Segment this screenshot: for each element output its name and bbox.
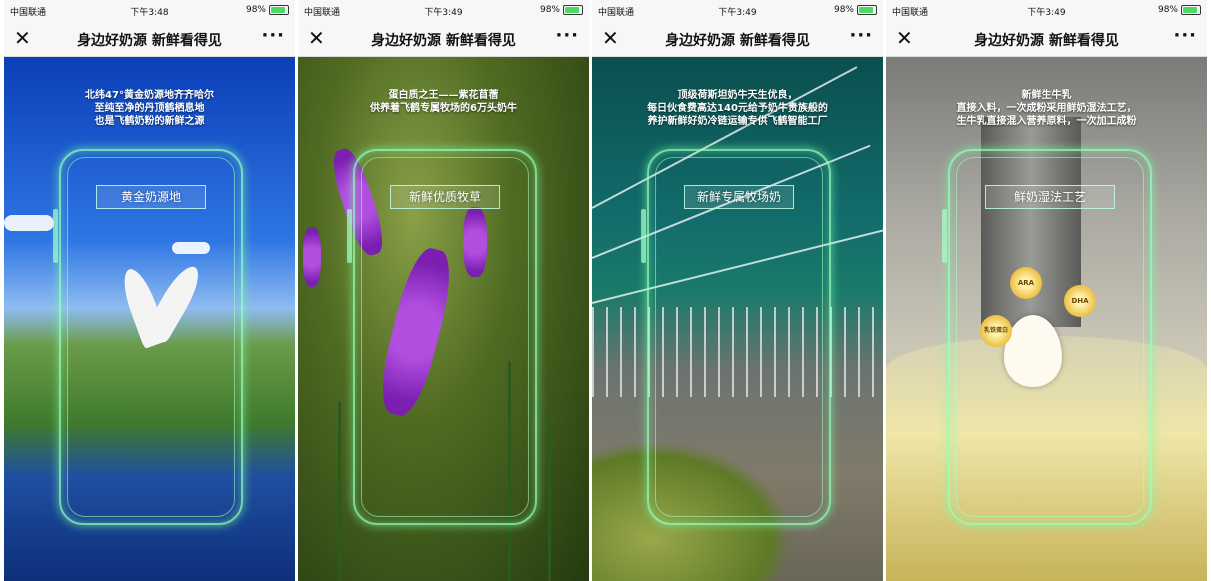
feature-label-button[interactable]: 鲜奶湿法工艺 bbox=[985, 185, 1115, 209]
screen-ranch-milk: 中国联通 下午3:49 98% ✕ 身边好奶源 新鲜看得见 ··· 顶级荷斯坦奶… bbox=[592, 0, 883, 581]
screen-golden-milk-source: 中国联通 下午3:48 98% ✕ 身边好奶源 新鲜看得见 ··· 北纬47°黄… bbox=[4, 0, 295, 581]
more-options-icon[interactable]: ··· bbox=[849, 25, 873, 46]
caption-line: 直接入料，一次成粉采用鲜奶湿法工艺， bbox=[956, 103, 1137, 114]
battery-fill bbox=[859, 7, 873, 13]
more-options-icon[interactable]: ··· bbox=[1173, 25, 1197, 46]
caption-line: 也是飞鹤奶粉的新鲜之源 bbox=[94, 116, 205, 127]
page-title: 身边好奶源 新鲜看得见 bbox=[371, 33, 516, 49]
alfalfa-flower-image bbox=[303, 227, 321, 287]
glow-frame: 新鲜专属牧场奶 bbox=[641, 149, 831, 525]
glow-frame: 鲜奶湿法工艺 bbox=[942, 149, 1152, 525]
nav-bar: ✕ 身边好奶源 新鲜看得见 ··· bbox=[298, 22, 589, 57]
close-icon[interactable]: ✕ bbox=[308, 26, 325, 50]
caption-line: 蛋白质之王——紫花苜蓿 bbox=[388, 90, 499, 101]
scene-crane-wetland: 北纬47°黄金奶源地齐齐哈尔 至纯至净的丹顶鹤栖息地 也是飞鹤奶粉的新鲜之源 黄… bbox=[4, 57, 295, 581]
feature-label-button[interactable]: 新鲜优质牧草 bbox=[390, 185, 500, 209]
frame-handle bbox=[942, 209, 947, 263]
battery-percent: 98% bbox=[245, 5, 266, 15]
nav-bar: ✕ 身边好奶源 新鲜看得见 ··· bbox=[886, 22, 1207, 57]
nav-bar: ✕ 身边好奶源 新鲜看得见 ··· bbox=[4, 22, 295, 57]
battery-icon bbox=[857, 5, 877, 15]
battery-percent: 98% bbox=[539, 5, 560, 15]
caption: 新鲜生牛乳 直接入料，一次成粉采用鲜奶湿法工艺， 生牛乳直接混入营养原料，一次加… bbox=[896, 89, 1197, 128]
battery-fill bbox=[1183, 7, 1197, 13]
scene-milk-can: ARA DHA 乳铁蛋白 新鲜生牛乳 直接入料，一次成粉采用鲜奶湿法工艺， 生牛… bbox=[886, 57, 1207, 581]
glow-frame: 新鲜优质牧草 bbox=[347, 149, 537, 525]
more-options-icon[interactable]: ··· bbox=[555, 25, 579, 46]
page-title: 身边好奶源 新鲜看得见 bbox=[77, 33, 222, 49]
battery-icon bbox=[563, 5, 583, 15]
screen-wet-process: 中国联通 下午3:49 98% ✕ 身边好奶源 新鲜看得见 ··· ARA DH… bbox=[886, 0, 1207, 581]
caption-line: 北纬47°黄金奶源地齐齐哈尔 bbox=[85, 90, 214, 101]
battery-fill bbox=[271, 7, 285, 13]
caption: 顶级荷斯坦奶牛天生优良， 每日伙食费高达140元给予奶牛贵族般的 养护新鲜好奶冷… bbox=[602, 89, 873, 128]
feature-label-button[interactable]: 新鲜专属牧场奶 bbox=[684, 185, 794, 209]
caption-line: 养护新鲜好奶冷链运输专供飞鹤智能工厂 bbox=[647, 116, 828, 127]
close-icon[interactable]: ✕ bbox=[14, 26, 31, 50]
glow-frame: 黄金奶源地 bbox=[53, 149, 243, 525]
battery-percent: 98% bbox=[833, 5, 854, 15]
screen-fresh-forage: 中国联通 下午3:49 98% ✕ 身边好奶源 新鲜看得见 ··· 蛋白质之王—… bbox=[298, 0, 589, 581]
caption-line: 至纯至净的丹顶鹤栖息地 bbox=[94, 103, 205, 114]
caption-line: 顶级荷斯坦奶牛天生优良， bbox=[677, 90, 798, 101]
battery-percent: 98% bbox=[1157, 5, 1178, 15]
page-title: 身边好奶源 新鲜看得见 bbox=[665, 33, 810, 49]
frame-handle bbox=[347, 209, 352, 263]
caption-line: 新鲜生牛乳 bbox=[1021, 90, 1072, 101]
feature-label-button[interactable]: 黄金奶源地 bbox=[96, 185, 206, 209]
close-icon[interactable]: ✕ bbox=[896, 26, 913, 50]
battery-icon bbox=[1181, 5, 1201, 15]
status-bar: 中国联通 下午3:49 98% bbox=[298, 0, 589, 22]
status-bar: 中国联通 下午3:49 98% bbox=[592, 0, 883, 22]
frame-handle bbox=[641, 209, 646, 263]
status-bar: 中国联通 下午3:48 98% bbox=[4, 0, 295, 22]
close-icon[interactable]: ✕ bbox=[602, 26, 619, 50]
battery-icon bbox=[269, 5, 289, 15]
page-title: 身边好奶源 新鲜看得见 bbox=[974, 33, 1119, 49]
caption-line: 供养着飞鹤专属牧场的6万头奶牛 bbox=[370, 103, 517, 114]
caption: 蛋白质之王——紫花苜蓿 供养着飞鹤专属牧场的6万头奶牛 bbox=[308, 89, 579, 115]
nav-bar: ✕ 身边好奶源 新鲜看得见 ··· bbox=[592, 22, 883, 57]
more-options-icon[interactable]: ··· bbox=[261, 25, 285, 46]
status-bar: 中国联通 下午3:49 98% bbox=[886, 0, 1207, 22]
scene-dairy-barn: 顶级荷斯坦奶牛天生优良， 每日伙食费高达140元给予奶牛贵族般的 养护新鲜好奶冷… bbox=[592, 57, 883, 581]
scene-alfalfa-field: 蛋白质之王——紫花苜蓿 供养着飞鹤专属牧场的6万头奶牛 新鲜优质牧草 bbox=[298, 57, 589, 581]
caption-line: 生牛乳直接混入营养原料，一次加工成粉 bbox=[956, 116, 1137, 127]
battery-fill bbox=[565, 7, 579, 13]
caption: 北纬47°黄金奶源地齐齐哈尔 至纯至净的丹顶鹤栖息地 也是飞鹤奶粉的新鲜之源 bbox=[14, 89, 285, 128]
frame-handle bbox=[53, 209, 58, 263]
cloud-image bbox=[4, 215, 54, 231]
caption-line: 每日伙食费高达140元给予奶牛贵族般的 bbox=[647, 103, 828, 114]
